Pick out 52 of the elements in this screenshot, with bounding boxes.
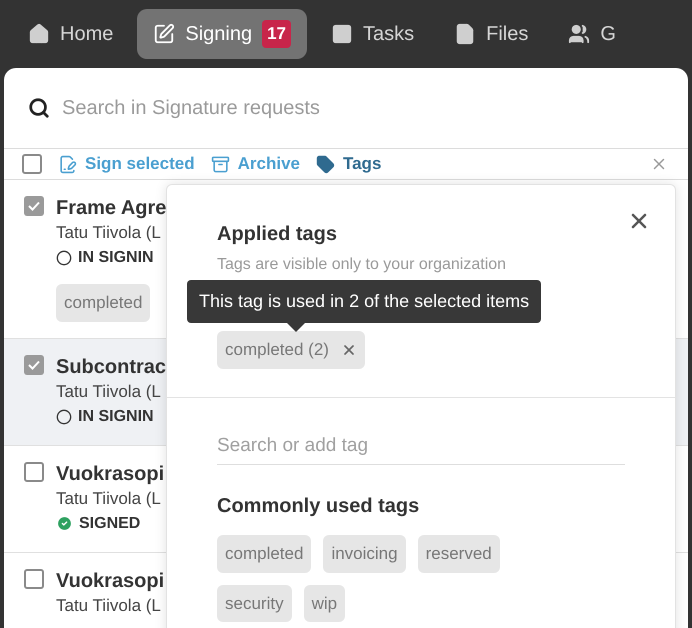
tag-chip[interactable]: completed [217, 535, 312, 572]
status-label: IN SIGNIN [78, 248, 154, 268]
tag-chip[interactable]: completed (2) [217, 331, 365, 368]
signer-name: Tatu Tiivola (L [56, 488, 162, 510]
sign-icon [58, 154, 77, 174]
tag-icon [316, 154, 335, 174]
checkbox[interactable] [24, 354, 44, 374]
panel-heading: Applied tags [217, 222, 338, 247]
document-title: Vuokrasopi [56, 568, 164, 592]
search-icon [28, 97, 50, 119]
toolbar-button[interactable]: Tags [316, 151, 382, 177]
document-title: Subcontrac [56, 354, 166, 378]
signer-name: Tatu Tiivola (L [56, 594, 162, 616]
signer-name: Tatu Tiivola (L [56, 222, 162, 244]
search-field[interactable]: Search in Signature requests [62, 93, 664, 123]
file-icon [454, 23, 476, 45]
checkmark-icon [28, 360, 40, 370]
check-circle-icon [56, 515, 73, 532]
count-badge: 17 [262, 20, 291, 48]
tag-search-field[interactable]: Search or add tag [217, 432, 625, 465]
panel-subtitle: Tags are visible only to your organization [217, 255, 508, 275]
nav-tab[interactable]: Tasks [315, 9, 430, 59]
checkbox[interactable] [22, 154, 42, 174]
nav-tab[interactable]: Home [12, 9, 130, 59]
checkbox[interactable] [24, 196, 44, 216]
document-title: Frame Agre [56, 196, 166, 220]
checkmark-icon [28, 201, 40, 211]
circle-icon [56, 408, 72, 424]
document-title: Vuokrasopi [56, 462, 164, 486]
tag-chip[interactable]: completed [56, 284, 150, 322]
archive-icon [210, 154, 230, 174]
tooltip-pointer [287, 322, 305, 332]
circle-icon [56, 250, 72, 266]
tag-chip[interactable]: invoicing [323, 535, 406, 572]
edit-icon [153, 23, 176, 45]
tag-chip[interactable]: reserved [418, 535, 500, 572]
nav-tab[interactable]: Signing 17 [137, 9, 307, 59]
checkbox[interactable] [24, 568, 44, 588]
section-heading: Commonly used tags [217, 494, 420, 519]
checkbox[interactable] [24, 462, 44, 482]
status-label: IN SIGNIN [78, 406, 154, 426]
tag-chip[interactable]: wip [304, 584, 346, 622]
home-icon [28, 23, 50, 45]
signer-name: Tatu Tiivola (L [56, 380, 162, 402]
nav-tab[interactable]: G [552, 9, 632, 59]
nav-tab[interactable]: Files [438, 9, 544, 59]
toolbar-button[interactable]: Sign selected [58, 151, 195, 177]
tag-chip[interactable]: security [217, 584, 292, 622]
users-icon [568, 23, 590, 45]
toolbar-button[interactable]: Archive [210, 151, 300, 177]
status-label: SIGNED [79, 514, 140, 534]
tooltip: This tag is used in 2 of the selected items [187, 280, 542, 322]
